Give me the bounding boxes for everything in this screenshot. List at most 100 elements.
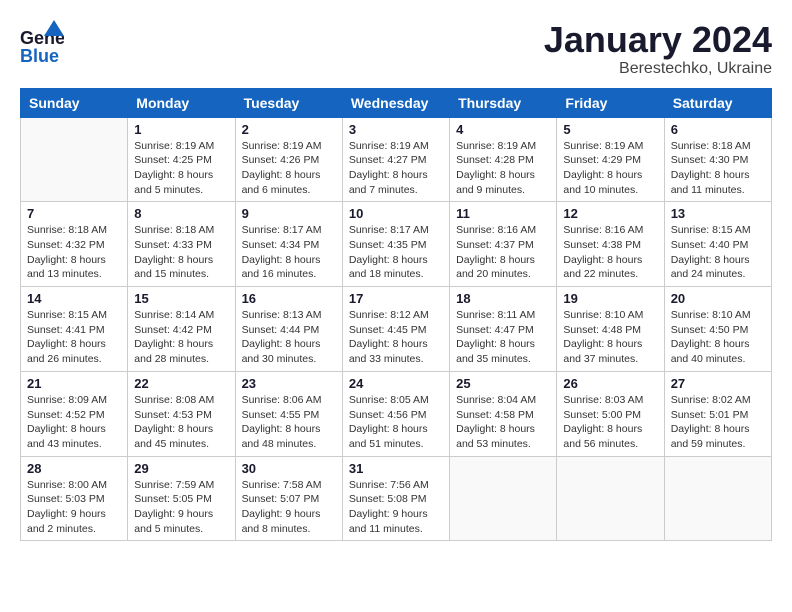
day-info: Sunrise: 8:18 AM Sunset: 4:32 PM Dayligh… bbox=[27, 223, 121, 282]
calendar-day-cell bbox=[21, 117, 128, 202]
calendar-day-cell: 30 Sunrise: 7:58 AM Sunset: 5:07 PM Dayli… bbox=[235, 456, 342, 541]
day-number: 16 bbox=[242, 291, 336, 306]
logo: General Blue bbox=[20, 20, 64, 64]
day-info: Sunrise: 8:18 AM Sunset: 4:30 PM Dayligh… bbox=[671, 139, 765, 198]
day-info: Sunrise: 8:12 AM Sunset: 4:45 PM Dayligh… bbox=[349, 308, 443, 367]
calendar-table: SundayMondayTuesdayWednesdayThursdayFrid… bbox=[20, 88, 772, 542]
day-number: 12 bbox=[563, 206, 657, 221]
calendar-day-cell: 11 Sunrise: 8:16 AM Sunset: 4:37 PM Dayli… bbox=[450, 202, 557, 287]
day-number: 3 bbox=[349, 122, 443, 137]
day-number: 24 bbox=[349, 376, 443, 391]
day-number: 10 bbox=[349, 206, 443, 221]
calendar-day-header: Sunday bbox=[21, 88, 128, 117]
day-number: 11 bbox=[456, 206, 550, 221]
calendar-day-cell bbox=[664, 456, 771, 541]
day-number: 29 bbox=[134, 461, 228, 476]
day-info: Sunrise: 8:19 AM Sunset: 4:27 PM Dayligh… bbox=[349, 139, 443, 198]
day-number: 6 bbox=[671, 122, 765, 137]
calendar-day-cell: 23 Sunrise: 8:06 AM Sunset: 4:55 PM Dayli… bbox=[235, 371, 342, 456]
day-info: Sunrise: 8:19 AM Sunset: 4:26 PM Dayligh… bbox=[242, 139, 336, 198]
calendar-day-cell: 28 Sunrise: 8:00 AM Sunset: 5:03 PM Dayli… bbox=[21, 456, 128, 541]
day-number: 30 bbox=[242, 461, 336, 476]
calendar-week-row: 28 Sunrise: 8:00 AM Sunset: 5:03 PM Dayli… bbox=[21, 456, 772, 541]
month-title: January 2024 bbox=[544, 20, 772, 60]
calendar-day-cell: 26 Sunrise: 8:03 AM Sunset: 5:00 PM Dayli… bbox=[557, 371, 664, 456]
day-info: Sunrise: 8:05 AM Sunset: 4:56 PM Dayligh… bbox=[349, 393, 443, 452]
calendar-day-cell: 2 Sunrise: 8:19 AM Sunset: 4:26 PM Daylig… bbox=[235, 117, 342, 202]
day-number: 27 bbox=[671, 376, 765, 391]
day-number: 4 bbox=[456, 122, 550, 137]
calendar-day-cell: 27 Sunrise: 8:02 AM Sunset: 5:01 PM Dayli… bbox=[664, 371, 771, 456]
calendar-day-cell: 12 Sunrise: 8:16 AM Sunset: 4:38 PM Dayli… bbox=[557, 202, 664, 287]
day-info: Sunrise: 8:02 AM Sunset: 5:01 PM Dayligh… bbox=[671, 393, 765, 452]
day-info: Sunrise: 7:56 AM Sunset: 5:08 PM Dayligh… bbox=[349, 478, 443, 537]
day-number: 31 bbox=[349, 461, 443, 476]
calendar-day-cell bbox=[557, 456, 664, 541]
day-info: Sunrise: 8:15 AM Sunset: 4:41 PM Dayligh… bbox=[27, 308, 121, 367]
day-info: Sunrise: 8:06 AM Sunset: 4:55 PM Dayligh… bbox=[242, 393, 336, 452]
calendar-day-cell: 21Sunrise: 8:09 AM Sunset: 4:52 PM Dayli… bbox=[21, 371, 128, 456]
day-info: Sunrise: 8:19 AM Sunset: 4:29 PM Dayligh… bbox=[563, 139, 657, 198]
calendar-day-cell: 18 Sunrise: 8:11 AM Sunset: 4:47 PM Dayli… bbox=[450, 287, 557, 372]
day-info: Sunrise: 8:10 AM Sunset: 4:48 PM Dayligh… bbox=[563, 308, 657, 367]
day-info: Sunrise: 8:15 AM Sunset: 4:40 PM Dayligh… bbox=[671, 223, 765, 282]
day-number: 2 bbox=[242, 122, 336, 137]
calendar-day-cell: 5Sunrise: 8:19 AM Sunset: 4:29 PM Daylig… bbox=[557, 117, 664, 202]
calendar-day-cell: 1 Sunrise: 8:19 AM Sunset: 4:25 PM Daylig… bbox=[128, 117, 235, 202]
day-info: Sunrise: 8:00 AM Sunset: 5:03 PM Dayligh… bbox=[27, 478, 121, 537]
day-number: 26 bbox=[563, 376, 657, 391]
day-number: 22 bbox=[134, 376, 228, 391]
calendar-week-row: 14 Sunrise: 8:15 AM Sunset: 4:41 PM Dayli… bbox=[21, 287, 772, 372]
calendar-header-row: SundayMondayTuesdayWednesdayThursdayFrid… bbox=[21, 88, 772, 117]
day-info: Sunrise: 8:10 AM Sunset: 4:50 PM Dayligh… bbox=[671, 308, 765, 367]
day-info: Sunrise: 7:59 AM Sunset: 5:05 PM Dayligh… bbox=[134, 478, 228, 537]
day-number: 21 bbox=[27, 376, 121, 391]
calendar-day-cell: 8Sunrise: 8:18 AM Sunset: 4:33 PM Daylig… bbox=[128, 202, 235, 287]
day-number: 15 bbox=[134, 291, 228, 306]
day-info: Sunrise: 8:04 AM Sunset: 4:58 PM Dayligh… bbox=[456, 393, 550, 452]
day-number: 7 bbox=[27, 206, 121, 221]
calendar-week-row: 21Sunrise: 8:09 AM Sunset: 4:52 PM Dayli… bbox=[21, 371, 772, 456]
title-block: January 2024 Berestechko, Ukraine bbox=[544, 20, 772, 78]
day-info: Sunrise: 8:11 AM Sunset: 4:47 PM Dayligh… bbox=[456, 308, 550, 367]
day-number: 1 bbox=[134, 122, 228, 137]
calendar-day-cell: 7 Sunrise: 8:18 AM Sunset: 4:32 PM Daylig… bbox=[21, 202, 128, 287]
day-number: 17 bbox=[349, 291, 443, 306]
day-number: 20 bbox=[671, 291, 765, 306]
calendar-week-row: 1 Sunrise: 8:19 AM Sunset: 4:25 PM Daylig… bbox=[21, 117, 772, 202]
day-info: Sunrise: 8:16 AM Sunset: 4:37 PM Dayligh… bbox=[456, 223, 550, 282]
day-info: Sunrise: 8:19 AM Sunset: 4:28 PM Dayligh… bbox=[456, 139, 550, 198]
calendar-day-cell bbox=[450, 456, 557, 541]
calendar-week-row: 7 Sunrise: 8:18 AM Sunset: 4:32 PM Daylig… bbox=[21, 202, 772, 287]
day-number: 14 bbox=[27, 291, 121, 306]
calendar-day-cell: 3 Sunrise: 8:19 AM Sunset: 4:27 PM Daylig… bbox=[342, 117, 449, 202]
calendar-day-cell: 29 Sunrise: 7:59 AM Sunset: 5:05 PM Dayli… bbox=[128, 456, 235, 541]
calendar-day-cell: 17 Sunrise: 8:12 AM Sunset: 4:45 PM Dayli… bbox=[342, 287, 449, 372]
day-info: Sunrise: 8:08 AM Sunset: 4:53 PM Dayligh… bbox=[134, 393, 228, 452]
calendar-day-header: Monday bbox=[128, 88, 235, 117]
day-number: 19 bbox=[563, 291, 657, 306]
day-info: Sunrise: 8:03 AM Sunset: 5:00 PM Dayligh… bbox=[563, 393, 657, 452]
calendar-day-header: Friday bbox=[557, 88, 664, 117]
day-number: 9 bbox=[242, 206, 336, 221]
day-info: Sunrise: 8:18 AM Sunset: 4:33 PM Dayligh… bbox=[134, 223, 228, 282]
calendar-day-cell: 15Sunrise: 8:14 AM Sunset: 4:42 PM Dayli… bbox=[128, 287, 235, 372]
logo-svg: General Blue bbox=[20, 20, 64, 64]
svg-text:Blue: Blue bbox=[20, 46, 59, 64]
page-header: General Blue January 2024 Berestechko, U… bbox=[20, 20, 772, 78]
calendar-day-cell: 31 Sunrise: 7:56 AM Sunset: 5:08 PM Dayli… bbox=[342, 456, 449, 541]
day-info: Sunrise: 7:58 AM Sunset: 5:07 PM Dayligh… bbox=[242, 478, 336, 537]
calendar-day-cell: 10Sunrise: 8:17 AM Sunset: 4:35 PM Dayli… bbox=[342, 202, 449, 287]
calendar-day-cell: 22 Sunrise: 8:08 AM Sunset: 4:53 PM Dayli… bbox=[128, 371, 235, 456]
day-info: Sunrise: 8:19 AM Sunset: 4:25 PM Dayligh… bbox=[134, 139, 228, 198]
day-number: 28 bbox=[27, 461, 121, 476]
calendar-day-header: Wednesday bbox=[342, 88, 449, 117]
day-number: 18 bbox=[456, 291, 550, 306]
day-info: Sunrise: 8:13 AM Sunset: 4:44 PM Dayligh… bbox=[242, 308, 336, 367]
day-info: Sunrise: 8:17 AM Sunset: 4:34 PM Dayligh… bbox=[242, 223, 336, 282]
calendar-day-cell: 19 Sunrise: 8:10 AM Sunset: 4:48 PM Dayli… bbox=[557, 287, 664, 372]
day-number: 23 bbox=[242, 376, 336, 391]
day-number: 13 bbox=[671, 206, 765, 221]
calendar-day-cell: 6 Sunrise: 8:18 AM Sunset: 4:30 PM Daylig… bbox=[664, 117, 771, 202]
day-info: Sunrise: 8:16 AM Sunset: 4:38 PM Dayligh… bbox=[563, 223, 657, 282]
